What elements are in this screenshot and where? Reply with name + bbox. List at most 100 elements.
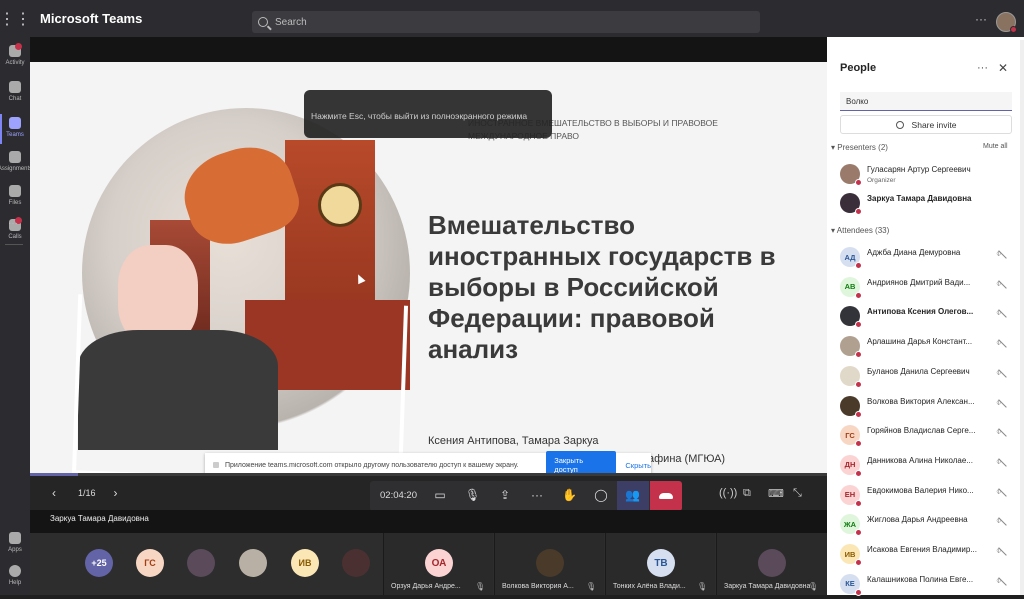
participant-name: Исакова Евгения Владимир... xyxy=(867,545,977,554)
participant-row[interactable]: Гуласарян Артур Сергеевич Organizer xyxy=(837,160,1020,189)
microphone-icon[interactable]: 🎙 xyxy=(465,488,480,502)
participant-name: Андриянов Дмитрий Вади... xyxy=(867,277,971,287)
participant-row[interactable]: ГС Горяйнов Владислав Серге... ⌽ xyxy=(837,421,1020,450)
status-dot xyxy=(855,380,862,388)
people-search-input[interactable]: Волко xyxy=(840,92,1012,111)
rail-item-assignments[interactable]: Assignments xyxy=(0,146,32,180)
chat-icon[interactable]: ◯ xyxy=(594,488,608,502)
close-icon[interactable]: ✕ xyxy=(998,61,1008,75)
mic-muted-icon[interactable]: ⌽ xyxy=(996,278,1008,292)
mute-all-button[interactable]: Mute all xyxy=(983,143,1008,150)
mic-muted-icon[interactable]: ⌽ xyxy=(996,456,1008,470)
participant-avatar: ОА xyxy=(425,549,453,577)
mic-muted-icon[interactable]: ⌽ xyxy=(996,367,1008,381)
participant-avatar xyxy=(758,549,786,577)
participant-avatar: ИВ xyxy=(840,544,862,566)
participant-row[interactable]: Волкова Виктория Алексан... ⌽ xyxy=(837,392,1020,421)
participant-row[interactable]: ЖА Жиглова Дарья Андреевна ⌽ xyxy=(837,510,1020,539)
mic-muted-icon[interactable]: ⌽ xyxy=(996,248,1008,262)
help-icon xyxy=(9,565,21,577)
notice-text: Приложение teams.microsoft.com открыло д… xyxy=(224,461,519,469)
panel-more-icon[interactable]: ··· xyxy=(977,62,988,74)
gallery-avatar[interactable] xyxy=(187,549,215,577)
apps-icon xyxy=(9,532,21,544)
people-button[interactable]: 👥 xyxy=(617,481,649,511)
rail-item-teams[interactable]: Teams xyxy=(0,112,30,146)
presenters-section-toggle[interactable]: ▾ Presenters (2) xyxy=(831,143,888,152)
share-screen-icon[interactable]: ⇪ xyxy=(498,488,512,502)
keyboard-icon[interactable]: ⌨ xyxy=(768,487,784,500)
status-dot xyxy=(855,291,862,299)
exit-fullscreen-icon[interactable]: ⤡ xyxy=(793,487,802,500)
share-icon xyxy=(895,120,904,129)
participant-name: Жиглова Дарья Андреевна xyxy=(867,515,968,525)
rail-item-files[interactable]: Files xyxy=(0,180,30,214)
gallery-avatar[interactable]: ИВ xyxy=(291,549,319,577)
more-apps-icon[interactable]: ··· xyxy=(8,218,18,229)
slide-title: Вмешательство иностранных государств в в… xyxy=(428,210,776,364)
people-icon: 👥 xyxy=(625,488,640,502)
participant-row[interactable]: Арлашина Дарья Констант... ⌽ xyxy=(837,332,1020,361)
rail-item-activity[interactable]: Activity xyxy=(0,40,30,74)
camera-off-icon[interactable]: ▭ xyxy=(433,488,447,502)
next-slide-icon[interactable]: › xyxy=(114,486,118,500)
participant-name: Аджба Диана Демуровна xyxy=(867,248,961,257)
presenter-name: Заркуа Тамара Давидовна xyxy=(50,514,149,523)
gallery-avatar[interactable] xyxy=(342,549,370,577)
gallery-avatar[interactable]: ГС xyxy=(136,549,164,577)
participant-row[interactable]: Заркуа Тамара Давидовна xyxy=(837,189,1020,218)
participant-row[interactable]: ЕН Евдокимова Валерия Нико... ⌽ xyxy=(837,481,1020,510)
participant-row[interactable]: АВ Андриянов Дмитрий Вади... ⌽ xyxy=(837,273,1020,302)
search-input[interactable] xyxy=(275,16,575,28)
mic-muted-icon[interactable]: ⌽ xyxy=(996,337,1008,351)
rail-item-apps[interactable]: Apps xyxy=(0,527,30,561)
previous-slide-icon[interactable]: ‹ xyxy=(52,486,56,500)
gallery-avatar[interactable] xyxy=(239,549,267,577)
mic-muted-icon[interactable]: ⌽ xyxy=(996,545,1008,559)
participant-row[interactable]: ДН Данникова Алина Николае... ⌽ xyxy=(837,451,1020,480)
participant-row[interactable]: КЕ Калашникова Полина Евге... ⌽ xyxy=(837,570,1020,599)
more-actions-icon[interactable]: ··· xyxy=(530,488,544,502)
page-indicator: 1/16 xyxy=(78,488,96,498)
participant-avatar xyxy=(536,549,564,577)
broadcast-icon[interactable]: ((·)) xyxy=(719,487,737,499)
participant-row[interactable]: ИВ Исакова Евгения Владимир... ⌽ xyxy=(837,540,1020,569)
search-box[interactable] xyxy=(252,11,760,33)
rail-divider xyxy=(5,244,23,245)
participant-avatar: КЕ xyxy=(840,573,862,596)
user-avatar[interactable] xyxy=(996,12,1017,33)
share-invite-button[interactable]: Share invite xyxy=(840,115,1012,134)
slide-organization: афина (МГЮА) xyxy=(648,453,726,465)
search-icon xyxy=(258,17,268,27)
more-participants-badge[interactable]: +25 xyxy=(85,549,113,577)
hide-notice-link[interactable]: Скрыть xyxy=(625,461,651,470)
mic-muted-icon[interactable]: ⌽ xyxy=(996,397,1008,411)
participant-name: Калашникова Полина Евге... xyxy=(867,574,974,584)
raise-hand-icon[interactable]: ✋ xyxy=(562,488,577,502)
leave-call-button[interactable] xyxy=(650,481,682,511)
mic-muted-icon[interactable]: ⌽ xyxy=(996,515,1008,529)
attendees-section-toggle[interactable]: ▾ Attendees (33) xyxy=(831,226,889,235)
participant-avatar: ЖА xyxy=(840,514,862,537)
settings-more-icon[interactable]: ··· xyxy=(975,12,987,26)
status-dot xyxy=(855,559,862,566)
status-dot xyxy=(855,440,862,448)
app-launcher-icon[interactable]: ⋮⋮ xyxy=(0,0,31,37)
rail-item-help[interactable]: Help xyxy=(0,560,30,594)
participant-name: Орзуя Дарья Андре... xyxy=(391,583,461,590)
status-dot xyxy=(1010,26,1017,33)
participant-name: Волкова Виктория Алексан... xyxy=(867,396,975,406)
pop-out-icon[interactable]: ⧉ xyxy=(743,487,751,500)
panel-scrollbar[interactable] xyxy=(1020,40,1024,595)
status-dot xyxy=(855,529,862,537)
mic-muted-icon[interactable]: ⌽ xyxy=(996,486,1008,500)
mic-muted-icon[interactable]: ⌽ xyxy=(996,575,1008,589)
participant-avatar: ГС xyxy=(840,425,862,448)
mic-muted-icon[interactable]: ⌽ xyxy=(996,307,1008,321)
rail-item-chat[interactable]: Chat xyxy=(0,76,30,110)
status-dot xyxy=(855,208,862,215)
mic-muted-icon[interactable]: ⌽ xyxy=(996,426,1008,440)
participant-row[interactable]: Антипова Ксения Олегов... ⌽ xyxy=(837,302,1020,331)
participant-row[interactable]: АД Аджба Диана Демуровна ⌽ xyxy=(837,243,1020,272)
participant-row[interactable]: Буланов Данила Сергеевич ⌽ xyxy=(837,362,1020,391)
